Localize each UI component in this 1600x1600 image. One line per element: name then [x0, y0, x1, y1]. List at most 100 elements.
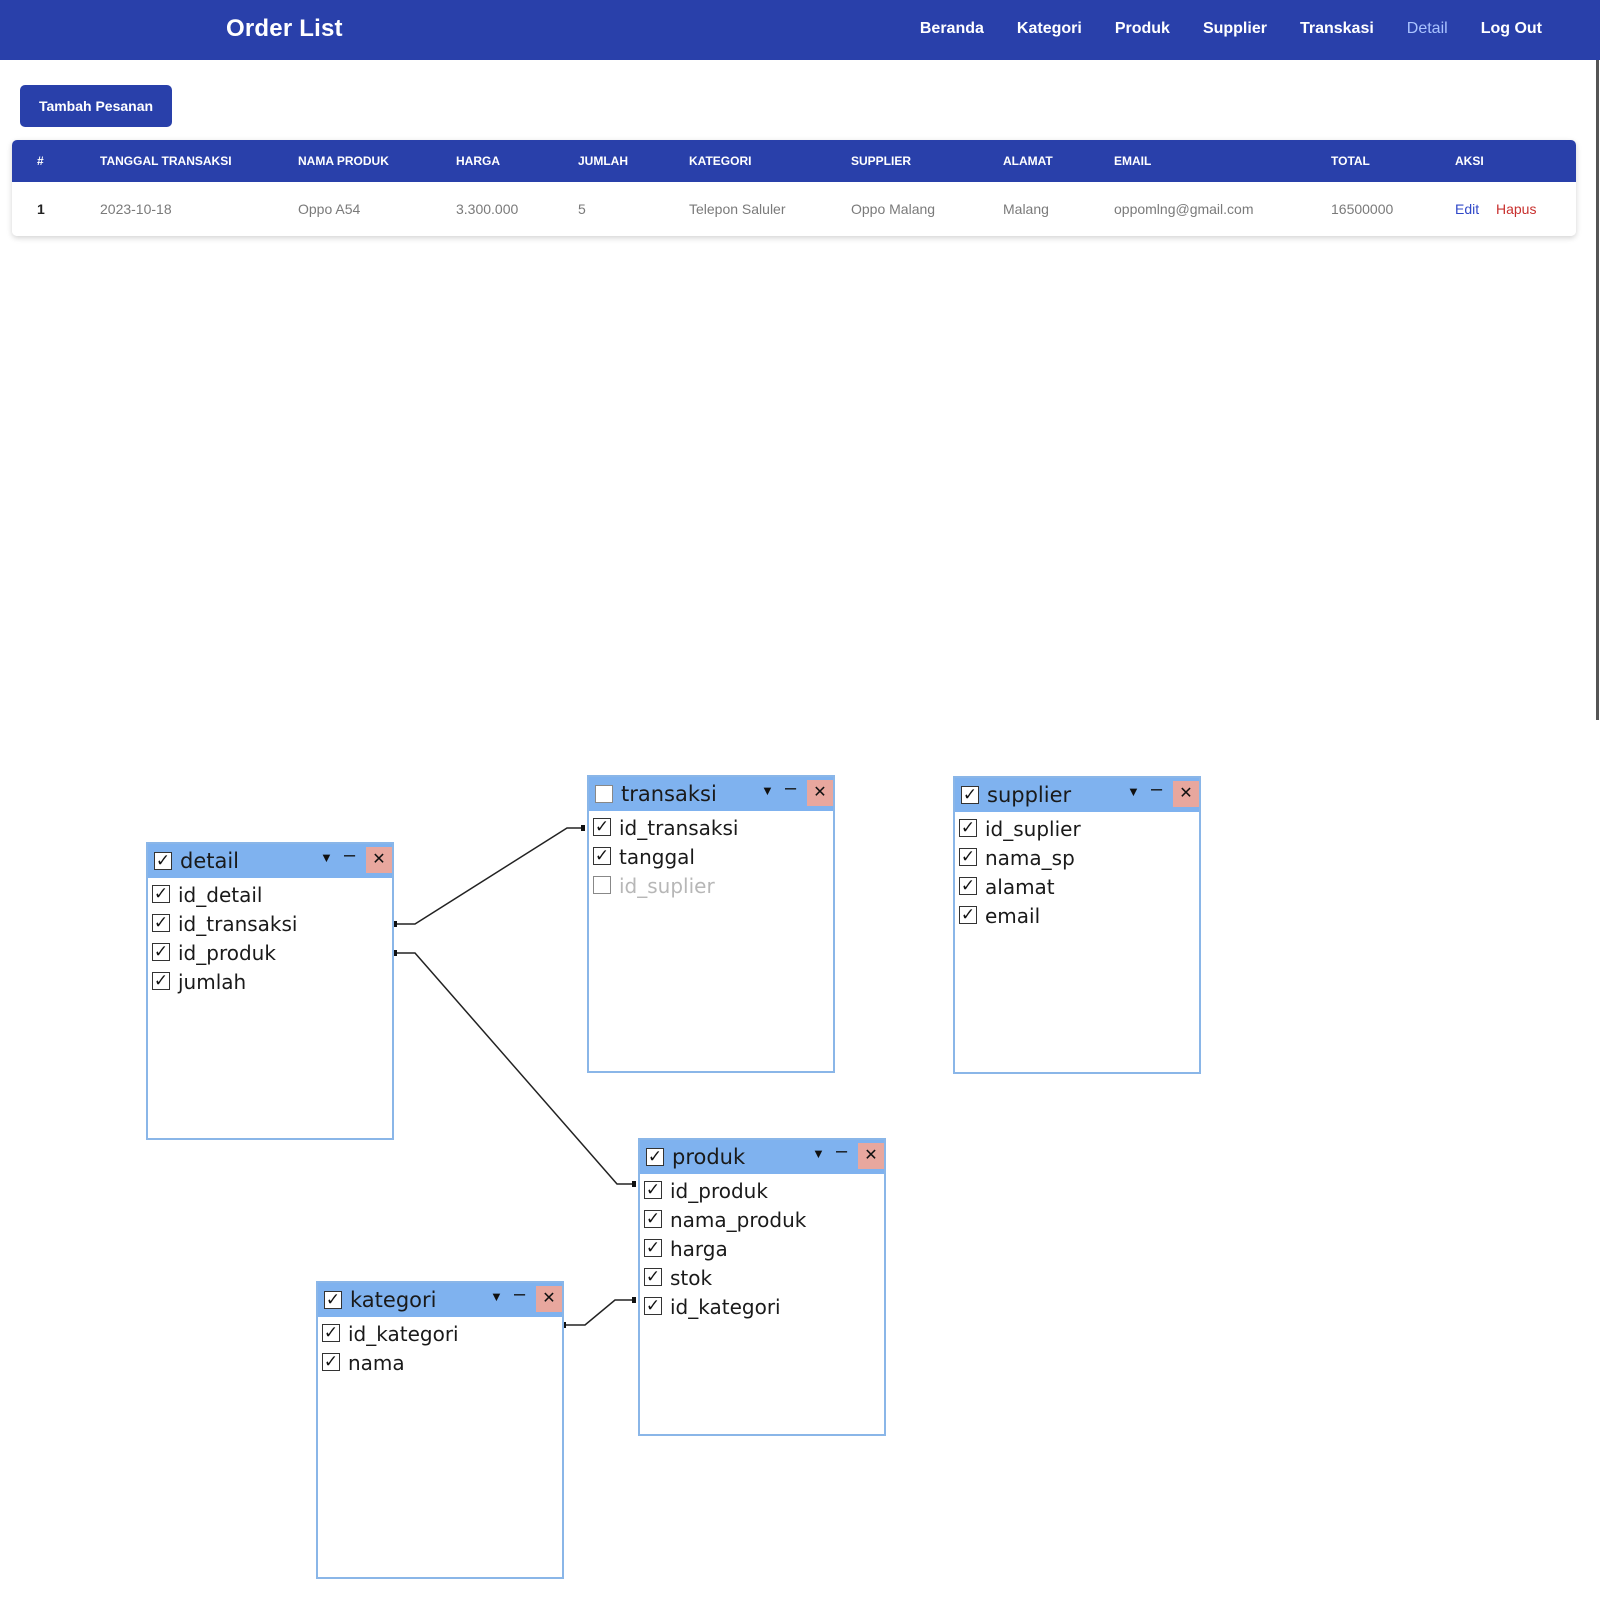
er-table-supplier[interactable]: ✓ supplier ▼ – ✕ ✓ id_suplier ✓ nama_sp …	[953, 776, 1201, 1074]
er-table-kategori[interactable]: ✓ kategori ▼ – ✕ ✓ id_kategori ✓ nama	[316, 1281, 564, 1579]
field-checkbox[interactable]: ✓	[152, 885, 170, 903]
er-field: id_suplier	[589, 871, 833, 901]
minimize-icon[interactable]: –	[1151, 778, 1162, 801]
cell-tanggal: 2023-10-18	[100, 201, 172, 217]
close-icon[interactable]: ✕	[536, 1286, 562, 1312]
nav-link-logout[interactable]: Log Out	[1481, 20, 1542, 38]
er-table-title: produk	[672, 1145, 746, 1169]
relation-end-marker	[581, 825, 585, 831]
add-order-button[interactable]: Tambah Pesanan	[20, 85, 172, 127]
field-checkbox[interactable]: ✓	[644, 1239, 662, 1257]
field-name: nama_produk	[670, 1208, 807, 1232]
er-table-produk[interactable]: ✓ produk ▼ – ✕ ✓ id_produk ✓ nama_produk…	[638, 1138, 886, 1436]
cell-email: oppomlng@gmail.com	[1114, 201, 1254, 217]
er-table-title: transaksi	[621, 782, 717, 806]
er-table-header[interactable]: transaksi ▼ – ✕	[589, 777, 833, 811]
er-field: ✓ nama_sp	[955, 843, 1199, 873]
dropdown-arrow-icon[interactable]: ▼	[1127, 784, 1140, 799]
nav-link-transkasi[interactable]: Transkasi	[1300, 20, 1374, 38]
er-field: ✓ id_produk	[640, 1176, 884, 1206]
field-name: id_suplier	[985, 817, 1081, 841]
dropdown-arrow-icon[interactable]: ▼	[490, 1289, 503, 1304]
field-name: tanggal	[619, 845, 695, 869]
nav-link-produk[interactable]: Produk	[1115, 20, 1170, 38]
table-checkbox[interactable]: ✓	[961, 786, 979, 804]
cell-harga: 3.300.000	[456, 201, 519, 217]
field-checkbox[interactable]: ✓	[644, 1210, 662, 1228]
er-field: ✓ id_transaksi	[148, 909, 392, 939]
col-header-tanggal: TANGGAL TRANSAKSI	[100, 154, 232, 168]
field-checkbox[interactable]: ✓	[152, 943, 170, 961]
nav-link-detail[interactable]: Detail	[1407, 20, 1448, 38]
dropdown-arrow-icon[interactable]: ▼	[812, 1146, 825, 1161]
minimize-icon[interactable]: –	[836, 1140, 847, 1163]
cell-total: 16500000	[1331, 201, 1394, 217]
er-table-header[interactable]: ✓ produk ▼ – ✕	[640, 1140, 884, 1174]
field-name: harga	[670, 1237, 728, 1261]
table-checkbox[interactable]: ✓	[154, 852, 172, 870]
er-table-header[interactable]: ✓ kategori ▼ – ✕	[318, 1283, 562, 1317]
close-icon[interactable]: ✕	[1173, 781, 1199, 807]
field-checkbox[interactable]: ✓	[959, 906, 977, 924]
field-checkbox[interactable]: ✓	[322, 1324, 340, 1342]
field-name: alamat	[985, 875, 1055, 899]
nav-link-kategori[interactable]: Kategori	[1017, 20, 1082, 38]
cell-nama-produk: Oppo A54	[298, 201, 361, 217]
cell-number: 1	[37, 201, 45, 217]
close-icon[interactable]: ✕	[366, 847, 392, 873]
field-name: jumlah	[178, 970, 247, 994]
table-checkbox[interactable]: ✓	[646, 1148, 664, 1166]
relation-end-marker	[632, 1181, 636, 1187]
col-header-kategori: KATEGORI	[689, 154, 752, 168]
field-checkbox[interactable]: ✓	[644, 1297, 662, 1315]
field-checkbox[interactable]: ✓	[593, 847, 611, 865]
field-checkbox[interactable]	[593, 876, 611, 894]
er-field: ✓ alamat	[955, 872, 1199, 902]
col-header-email: EMAIL	[1114, 154, 1152, 168]
field-checkbox[interactable]: ✓	[322, 1353, 340, 1371]
field-checkbox[interactable]: ✓	[959, 848, 977, 866]
col-header-aksi: AKSI	[1455, 154, 1484, 168]
field-checkbox[interactable]: ✓	[959, 877, 977, 895]
er-field: ✓ id_detail	[148, 880, 392, 910]
dropdown-arrow-icon[interactable]: ▼	[761, 783, 774, 798]
er-field: ✓ id_transaksi	[589, 813, 833, 843]
window-edge	[1596, 60, 1599, 720]
navbar: Order List Beranda Kategori Produk Suppl…	[0, 0, 1600, 60]
field-checkbox[interactable]: ✓	[152, 914, 170, 932]
dropdown-arrow-icon[interactable]: ▼	[320, 850, 333, 865]
col-header-nama-produk: NAMA PRODUK	[298, 154, 389, 168]
field-name: id_produk	[178, 941, 276, 965]
field-name: email	[985, 904, 1041, 928]
cell-kategori: Telepon Saluler	[689, 201, 786, 217]
er-field: ✓ id_kategori	[318, 1319, 562, 1349]
table-checkbox[interactable]	[595, 785, 613, 803]
er-table-transaksi[interactable]: transaksi ▼ – ✕ ✓ id_transaksi ✓ tanggal…	[587, 775, 835, 1073]
minimize-icon[interactable]: –	[785, 777, 796, 800]
field-name: nama_sp	[985, 846, 1075, 870]
edit-link[interactable]: Edit	[1455, 201, 1479, 217]
er-field: ✓ jumlah	[148, 967, 392, 997]
col-header-alamat: ALAMAT	[1003, 154, 1053, 168]
er-table-detail[interactable]: ✓ detail ▼ – ✕ ✓ id_detail ✓ id_transaks…	[146, 842, 394, 1140]
col-header-jumlah: JUMLAH	[578, 154, 628, 168]
er-table-header[interactable]: ✓ detail ▼ – ✕	[148, 844, 392, 878]
field-checkbox[interactable]: ✓	[644, 1268, 662, 1286]
field-checkbox[interactable]: ✓	[959, 819, 977, 837]
minimize-icon[interactable]: –	[514, 1283, 525, 1306]
table-header: # TANGGAL TRANSAKSI NAMA PRODUK HARGA JU…	[12, 140, 1576, 182]
field-checkbox[interactable]: ✓	[644, 1181, 662, 1199]
field-checkbox[interactable]: ✓	[152, 972, 170, 990]
delete-link[interactable]: Hapus	[1496, 201, 1536, 217]
close-icon[interactable]: ✕	[858, 1143, 884, 1169]
er-table-header[interactable]: ✓ supplier ▼ – ✕	[955, 778, 1199, 812]
table-checkbox[interactable]: ✓	[324, 1291, 342, 1309]
field-name: nama	[348, 1351, 405, 1375]
field-name: id_kategori	[670, 1295, 781, 1319]
cell-jumlah: 5	[578, 201, 586, 217]
field-checkbox[interactable]: ✓	[593, 818, 611, 836]
minimize-icon[interactable]: –	[344, 844, 355, 867]
nav-link-beranda[interactable]: Beranda	[920, 20, 984, 38]
nav-link-supplier[interactable]: Supplier	[1203, 20, 1267, 38]
close-icon[interactable]: ✕	[807, 780, 833, 806]
